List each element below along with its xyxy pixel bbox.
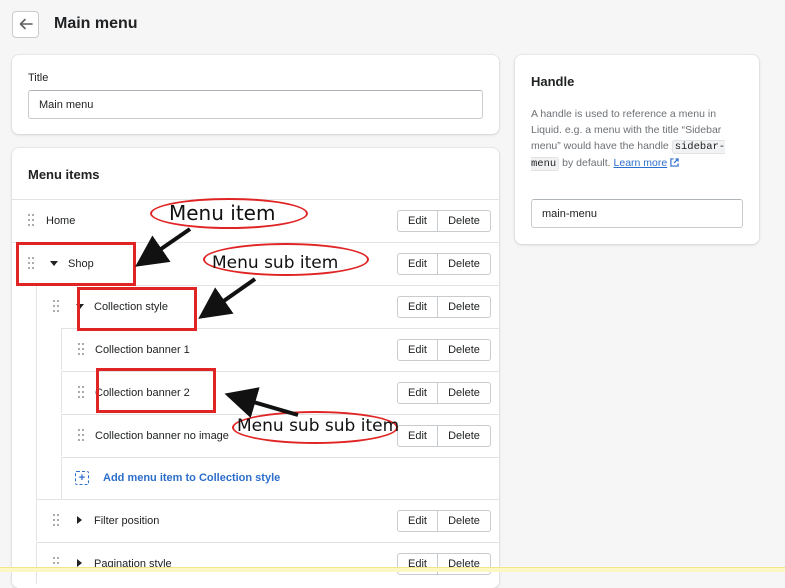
edit-button[interactable]: Edit [397,296,438,318]
delete-button[interactable]: Delete [438,296,491,318]
delete-button[interactable]: Delete [438,382,491,404]
caret-right-icon[interactable] [77,516,82,524]
row-actions: Edit Delete [397,382,491,404]
add-menu-item-link[interactable]: + Add menu item to Collection style [75,471,280,485]
title-card: Title Main menu [12,55,499,134]
caret-right-icon[interactable] [77,559,82,567]
handle-card: Handle A handle is used to reference a m… [515,55,759,244]
edit-button[interactable]: Edit [397,382,438,404]
bottom-edge-strip [0,567,785,572]
drag-handle-icon[interactable] [78,429,84,441]
caret-down-icon[interactable] [50,261,58,266]
menu-item-label: Collection banner 1 [95,343,190,356]
edit-button[interactable]: Edit [397,425,438,447]
caret-down-icon[interactable] [76,304,84,309]
handle-input[interactable]: main-menu [531,199,743,228]
menu-item-pagination-style[interactable]: Pagination style Edit Delete [36,542,499,584]
menu-item-collection-style[interactable]: Collection style Edit Delete [36,285,499,327]
annotation-menu-sub-sub-item: Menu sub sub item [237,416,400,436]
annotation-menu-sub-item: Menu sub item [212,253,339,273]
delete-button[interactable]: Delete [438,339,491,361]
edit-button[interactable]: Edit [397,253,438,275]
menu-item-label: Collection banner no image [95,429,229,442]
row-actions: Edit Delete [397,253,491,275]
edit-button[interactable]: Edit [397,339,438,361]
menu-item-label: Filter position [94,514,160,527]
title-input[interactable]: Main menu [28,90,483,119]
annotation-menu-item: Menu item [169,201,276,225]
learn-more-link[interactable]: Learn more [614,157,668,169]
drag-handle-icon[interactable] [78,343,84,355]
drag-handle-icon[interactable] [78,386,84,398]
handle-help-text: A handle is used to reference a menu in … [531,106,745,172]
handle-title: Handle [531,74,575,89]
row-actions: Edit Delete [397,425,491,447]
menu-item-label: Shop [68,257,94,270]
drag-handle-icon[interactable] [53,514,59,526]
top-bar: Main menu [12,9,138,39]
edit-button[interactable]: Edit [397,210,438,232]
row-actions: Edit Delete [397,510,491,532]
menu-item-collection-banner-2[interactable]: Collection banner 2 Edit Delete [61,371,499,413]
handle-help-suffix: by default. [562,157,611,169]
menu-item-label: Home [46,214,76,227]
menu-item-label: Collection style [94,300,168,313]
external-link-icon [670,158,679,167]
delete-button[interactable]: Delete [438,425,491,447]
menu-item-collection-banner-1[interactable]: Collection banner 1 Edit Delete [61,328,499,370]
plus-icon: + [75,471,89,485]
arrow-left-icon [19,18,33,30]
row-actions: Edit Delete [397,210,491,232]
drag-handle-icon[interactable] [28,257,34,269]
delete-button[interactable]: Delete [438,253,491,275]
drag-handle-icon[interactable] [28,214,34,226]
title-field-label: Title [28,72,49,84]
drag-handle-icon[interactable] [53,300,59,312]
delete-button[interactable]: Delete [438,210,491,232]
page-title: Main menu [54,15,138,32]
add-menu-item-label: Add menu item to Collection style [103,472,281,484]
row-actions: Edit Delete [397,296,491,318]
back-button[interactable] [12,10,39,38]
menu-item-label: Collection banner 2 [95,386,190,399]
add-menu-item-row: + Add menu item to Collection style [61,457,499,500]
row-actions: Edit Delete [397,339,491,361]
menu-item-filter-position[interactable]: Filter position Edit Delete [36,499,499,541]
menu-items-heading: Menu items [28,167,100,182]
edit-button[interactable]: Edit [397,510,438,532]
delete-button[interactable]: Delete [438,510,491,532]
